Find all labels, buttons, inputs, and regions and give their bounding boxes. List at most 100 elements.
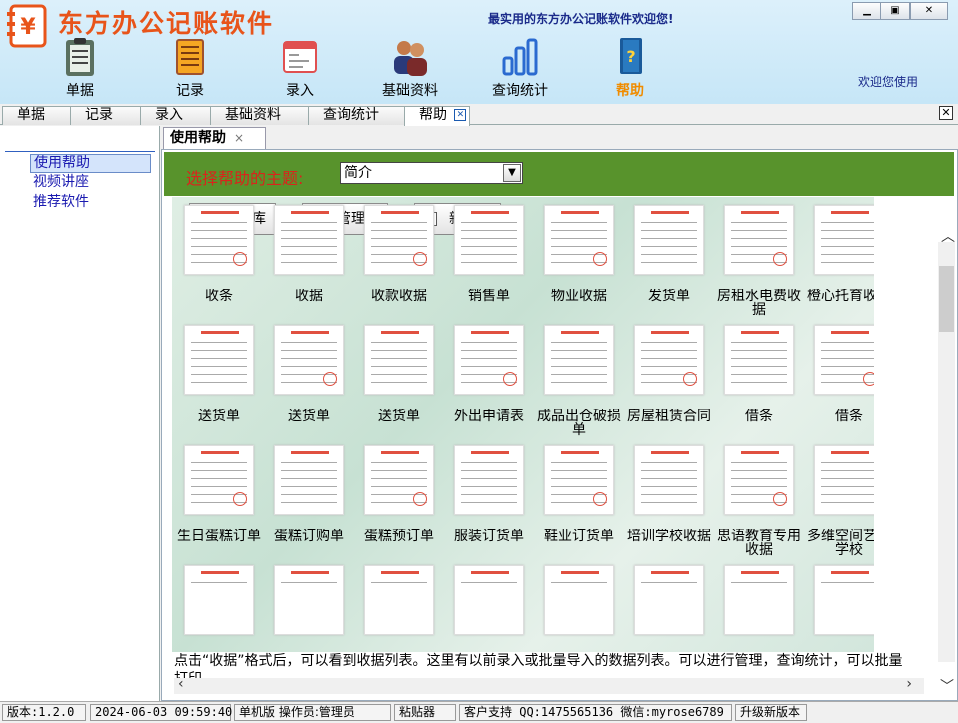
template-thumbnail[interactable]	[274, 565, 344, 635]
template-thumbnail[interactable]	[634, 565, 704, 635]
sidebar-item-recommended-software[interactable]: 推荐软件	[30, 194, 92, 211]
template-thumbnail[interactable]	[814, 205, 874, 275]
template-label[interactable]: 多维空间艺术学校	[804, 529, 874, 559]
horizontal-scrollbar[interactable]: ‹ ›	[174, 676, 924, 694]
toolbar-label: 记录	[176, 83, 204, 99]
template-thumbnail[interactable]	[634, 205, 704, 275]
template-thumbnail[interactable]	[184, 205, 254, 275]
tab-help[interactable]: 帮助 ✕	[404, 106, 470, 126]
template-thumbnail[interactable]	[544, 565, 614, 635]
scroll-left-icon[interactable]: ‹	[178, 676, 184, 692]
close-tabs-icon[interactable]: ✕	[939, 106, 953, 120]
template-label[interactable]: 蛋糕订购单	[264, 529, 354, 559]
vertical-scrollbar[interactable]: ︿ ﹀	[938, 229, 955, 695]
template-thumbnail[interactable]	[814, 325, 874, 395]
template-label[interactable]: 借条	[804, 409, 874, 439]
template-label[interactable]: 橙心托育收据	[804, 289, 874, 319]
template-thumbnail[interactable]	[724, 565, 794, 635]
template-label[interactable]: 物业收据	[534, 289, 624, 319]
tab-receipts[interactable]: 单据	[2, 106, 72, 125]
toolbar-button-records[interactable]: 记录	[150, 36, 230, 100]
template-thumbnail[interactable]	[454, 325, 524, 395]
template-label[interactable]: 培训学校收据	[624, 529, 714, 559]
tab-entry[interactable]: 录入	[140, 106, 212, 125]
template-label[interactable]: 鞋业订货单	[534, 529, 624, 559]
template-thumbnail[interactable]	[274, 445, 344, 515]
toolbar-button-entry[interactable]: 录入	[260, 36, 340, 100]
template-thumbnail[interactable]	[184, 565, 254, 635]
template-thumbnail[interactable]	[544, 205, 614, 275]
topic-select[interactable]: 简介 ▼	[340, 162, 523, 184]
template-thumbnail[interactable]	[184, 325, 254, 395]
template-thumbnail[interactable]	[724, 205, 794, 275]
status-clipboard[interactable]: 粘贴器	[394, 704, 456, 721]
template-thumbnail[interactable]	[184, 445, 254, 515]
template-label[interactable]: 服装订货单	[444, 529, 534, 559]
template-label[interactable]: 送货单	[264, 409, 354, 439]
template-thumbnail[interactable]	[364, 205, 434, 275]
template-label[interactable]: 收款收据	[354, 289, 444, 319]
template-label[interactable]: 收条	[174, 289, 264, 319]
template-thumbnail[interactable]	[724, 325, 794, 395]
template-thumbnail[interactable]	[634, 445, 704, 515]
template-label[interactable]: 成品出仓破损单	[534, 409, 624, 439]
toolbar-button-help[interactable]: ? 帮助	[590, 36, 670, 100]
help-book-icon: ?	[620, 38, 642, 74]
vertical-scroll-thumb[interactable]	[939, 266, 954, 332]
template-thumbnail[interactable]	[364, 445, 434, 515]
toolbar-button-basic-data[interactable]: 基础资料	[370, 36, 450, 100]
sidebar-item-video-lectures[interactable]: 视频讲座	[30, 174, 92, 191]
template-label[interactable]: 外出申请表	[444, 409, 534, 439]
template-thumbnail[interactable]	[724, 445, 794, 515]
main-tab-strip: 单据 记录 录入 基础资料 查询统计 帮助 ✕	[0, 104, 958, 126]
minimize-button[interactable]: ▁	[852, 2, 882, 20]
sidebar-item-usage-help[interactable]: 使用帮助	[30, 154, 151, 173]
template-label[interactable]: 借条	[714, 409, 804, 439]
subtab-close-icon[interactable]: ×	[234, 131, 244, 145]
template-thumbnail[interactable]	[544, 325, 614, 395]
template-thumbnail[interactable]	[454, 445, 524, 515]
template-label[interactable]: 送货单	[174, 409, 264, 439]
template-label[interactable]: 生日蛋糕订单	[174, 529, 264, 559]
template-label[interactable]: 蛋糕预订单	[354, 529, 444, 559]
close-window-button[interactable]: ✕	[910, 2, 948, 20]
template-thumbnail[interactable]	[364, 565, 434, 635]
bar-chart-icon	[502, 38, 538, 76]
template-label[interactable]: 销售单	[444, 289, 534, 319]
toolbar-label: 基础资料	[382, 83, 438, 99]
toolbar-button-receipts[interactable]: 单据	[40, 36, 120, 100]
scroll-up-icon[interactable]: ︿	[941, 226, 955, 246]
template-label[interactable]: 思语教育专用收据	[714, 529, 804, 559]
template-thumbnail[interactable]	[454, 205, 524, 275]
template-label[interactable]: 送货单	[354, 409, 444, 439]
tab-records[interactable]: 记录	[70, 106, 142, 125]
svg-text:?: ?	[626, 47, 635, 66]
status-upgrade[interactable]: 升级新版本	[735, 704, 807, 721]
template-label[interactable]: 房屋租赁合同	[624, 409, 714, 439]
template-thumbnail[interactable]	[454, 565, 524, 635]
tab-basic-data[interactable]: 基础资料	[210, 106, 310, 125]
template-label[interactable]: 收据	[264, 289, 354, 319]
template-thumbnail[interactable]	[544, 445, 614, 515]
template-thumbnail[interactable]	[364, 325, 434, 395]
notebook-icon	[176, 39, 204, 75]
template-label[interactable]: 发货单	[624, 289, 714, 319]
restore-button[interactable]: ▣	[880, 2, 910, 20]
template-thumbnail[interactable]	[634, 325, 704, 395]
scroll-down-icon[interactable]: ﹀	[940, 676, 954, 696]
sidebar-divider	[5, 151, 155, 152]
topic-label: 选择帮助的主题:	[186, 169, 304, 188]
tab-query-stats[interactable]: 查询统计	[308, 106, 408, 125]
status-datetime: 2024-06-03 09:59:40	[90, 704, 232, 721]
template-label[interactable]: 房租水电费收据	[714, 289, 804, 319]
chevron-down-icon[interactable]: ▼	[503, 164, 521, 182]
welcome-text: 欢迎您使用	[858, 75, 919, 89]
template-thumbnail[interactable]	[274, 205, 344, 275]
template-thumbnail[interactable]	[274, 325, 344, 395]
subtab-usage-help[interactable]: 使用帮助 ×	[163, 127, 266, 149]
scroll-right-icon[interactable]: ›	[906, 676, 912, 692]
tab-close-icon[interactable]: ✕	[454, 109, 467, 121]
template-thumbnail[interactable]	[814, 565, 874, 635]
template-thumbnail[interactable]	[814, 445, 874, 515]
toolbar-button-query-stats[interactable]: 查询统计	[480, 36, 560, 100]
